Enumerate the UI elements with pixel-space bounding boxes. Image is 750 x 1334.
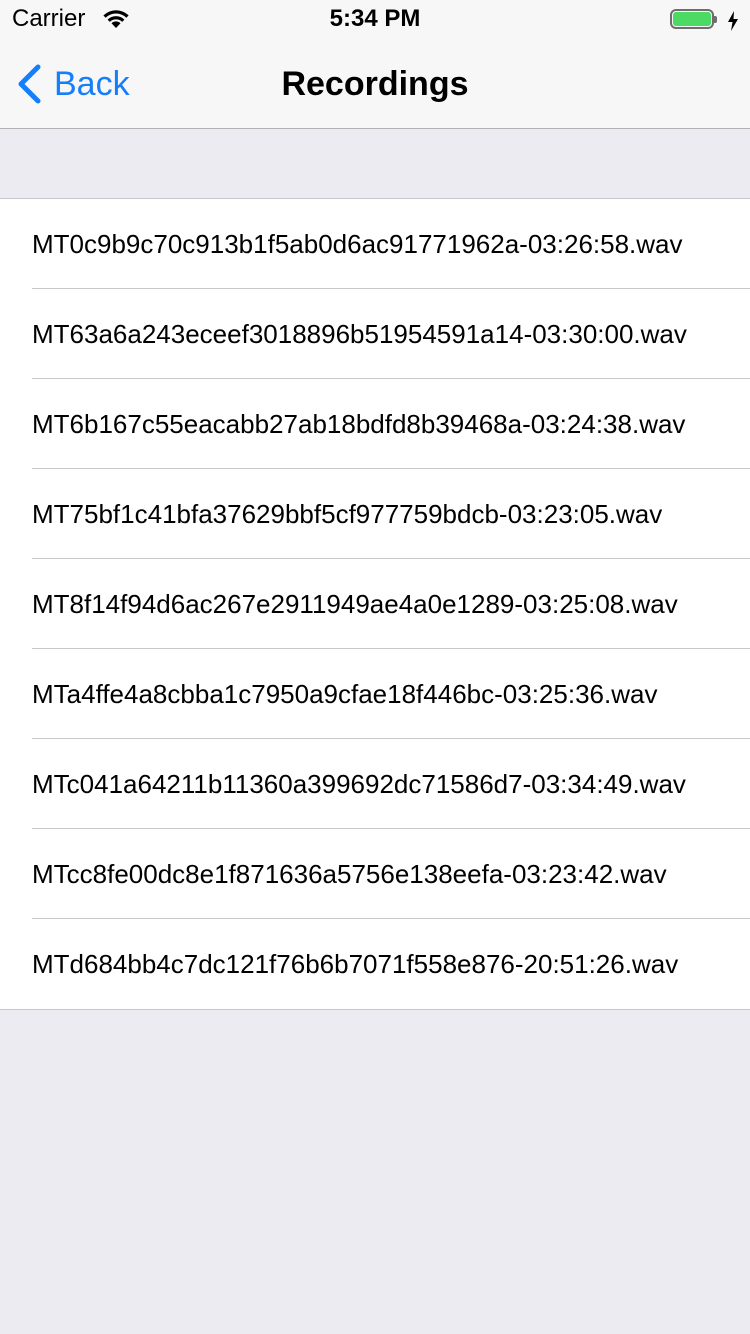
nav-bar: Back Recordings	[0, 40, 750, 128]
recording-filename: MTcc8fe00dc8e1f871636a5756e138eefa-03:23…	[32, 859, 667, 889]
recording-row[interactable]: MT6b167c55eacabb27ab18bdfd8b39468a-03:24…	[0, 379, 750, 469]
recording-filename: MT0c9b9c70c913b1f5ab0d6ac91771962a-03:26…	[32, 229, 683, 259]
navigation-header: Carrier 5:34 PM Back Recordings	[0, 0, 750, 129]
status-bar: Carrier 5:34 PM	[0, 0, 750, 40]
recording-filename: MTd684bb4c7dc121f76b6b7071f558e876-20:51…	[32, 949, 679, 979]
page-title: Recordings	[281, 65, 469, 103]
recording-filename: MT6b167c55eacabb27ab18bdfd8b39468a-03:24…	[32, 409, 686, 439]
recording-row[interactable]: MT8f14f94d6ac267e2911949ae4a0e1289-03:25…	[0, 559, 750, 649]
recording-filename: MTa4ffe4a8cbba1c7950a9cfae18f446bc-03:25…	[32, 679, 658, 709]
recordings-table: MT0c9b9c70c913b1f5ab0d6ac91771962a-03:26…	[0, 198, 750, 1010]
recording-filename: MTc041a64211b11360a399692dc71586d7-03:34…	[32, 769, 686, 799]
recording-row[interactable]: MTcc8fe00dc8e1f871636a5756e138eefa-03:23…	[0, 829, 750, 919]
recording-row[interactable]: MT63a6a243eceef3018896b51954591a14-03:30…	[0, 289, 750, 379]
recording-filename: MT8f14f94d6ac267e2911949ae4a0e1289-03:25…	[32, 589, 678, 619]
recording-row[interactable]: MT75bf1c41bfa37629bbf5cf977759bdcb-03:23…	[0, 469, 750, 559]
recording-row[interactable]: MTd684bb4c7dc121f76b6b7071f558e876-20:51…	[0, 919, 750, 1009]
recording-row[interactable]: MT0c9b9c70c913b1f5ab0d6ac91771962a-03:26…	[0, 199, 750, 289]
recording-filename: MT75bf1c41bfa37629bbf5cf977759bdcb-03:23…	[32, 499, 663, 529]
recording-filename: MT63a6a243eceef3018896b51954591a14-03:30…	[32, 319, 687, 349]
battery-level-fill	[673, 12, 711, 26]
recordings-screen: Carrier 5:34 PM Back Recordings MT0c9b9c…	[0, 0, 750, 1334]
battery-icon	[670, 9, 718, 31]
recording-row[interactable]: MTc041a64211b11360a399692dc71586d7-03:34…	[0, 739, 750, 829]
status-time: 5:34 PM	[329, 5, 421, 32]
recording-row[interactable]: MTa4ffe4a8cbba1c7950a9cfae18f446bc-03:25…	[0, 649, 750, 739]
charging-bolt-icon	[728, 11, 738, 31]
